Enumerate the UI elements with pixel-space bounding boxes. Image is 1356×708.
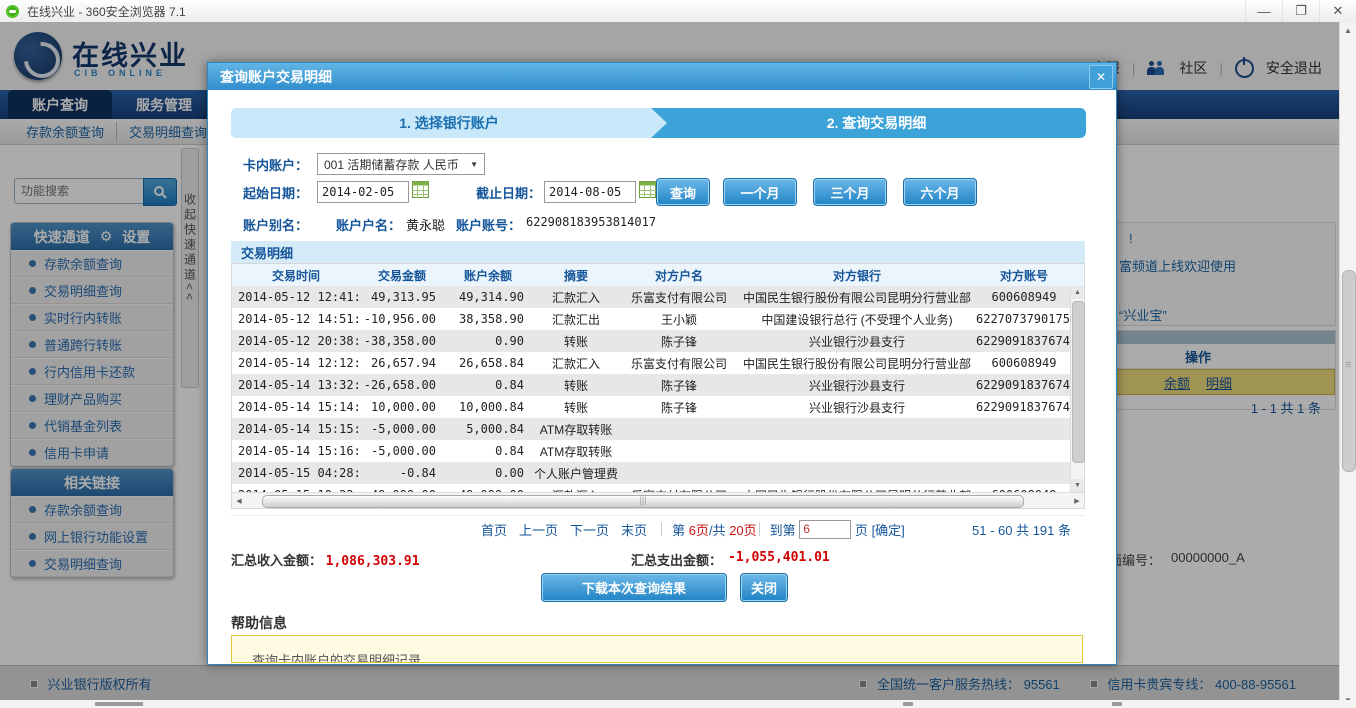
col-header-party: 对方户名 xyxy=(620,267,738,284)
goto-label: 到第 xyxy=(770,520,796,539)
col-header-balance: 账户余额 xyxy=(444,267,532,284)
goto-page-input[interactable] xyxy=(799,520,851,539)
account-select[interactable]: 001 活期储蓄存款 人民币 ▼ xyxy=(317,153,485,175)
maximize-button[interactable]: ❐ xyxy=(1282,1,1319,22)
holder-name-value: 黄永聪 xyxy=(406,215,445,234)
col-header-account: 对方账号 xyxy=(976,267,1072,284)
taskbar-sliver xyxy=(0,700,1356,708)
transactions-table: 交易时间 交易金额 账户余额 摘要 对方户名 对方银行 对方账号 2014-05… xyxy=(231,263,1085,509)
chevron-down-icon: ▼ xyxy=(470,160,478,169)
start-date-input[interactable] xyxy=(317,181,409,203)
modal-close-button[interactable]: ✕ xyxy=(1089,65,1113,89)
table-body: 2014-05-12 12:41:34 49,313.95 49,314.90 … xyxy=(232,286,1084,492)
scroll-left-icon[interactable]: ◀ xyxy=(232,494,246,507)
calendar-icon[interactable] xyxy=(639,181,656,198)
col-header-summary: 摘要 xyxy=(532,267,620,284)
account-label: 卡内账户： xyxy=(243,158,308,173)
record-range: 51 - 60 共 191 条 xyxy=(972,520,1085,539)
col-header-time: 交易时间 xyxy=(232,267,360,284)
start-date-label: 起始日期： xyxy=(243,186,308,201)
table-header-row: 交易时间 交易金额 账户余额 摘要 对方户名 对方银行 对方账号 xyxy=(232,264,1084,286)
table-vertical-scrollbar[interactable]: ▲ ▼ xyxy=(1070,286,1084,492)
three-month-button[interactable]: 三个月 xyxy=(813,178,887,206)
modal-header: 查询账户交易明细 ✕ xyxy=(208,63,1116,90)
total-outgo-value: -1,055,401.01 xyxy=(728,550,830,565)
screen: 在线兴业 - 360安全浏览器 7.1 — ❐ ✕ 在线兴业 CIB ONLIN… xyxy=(0,0,1356,708)
scroll-up-icon[interactable]: ▲ xyxy=(1340,22,1356,38)
table-row[interactable]: 2014-05-15 10:22:45 49,999.00 49,999.00 … xyxy=(232,484,1084,492)
table-row[interactable]: 2014-05-14 15:16:14 -5,000.00 0.84 ATM存取… xyxy=(232,440,1084,462)
table-row[interactable]: 2014-05-12 12:41:34 49,313.95 49,314.90 … xyxy=(232,286,1084,308)
table-row[interactable]: 2014-05-15 04:28:37 -0.84 0.00 个人账户管理费 xyxy=(232,462,1084,484)
total-income-label: 汇总收入金额： xyxy=(231,553,322,568)
step-1: 1. 选择银行账户 xyxy=(231,108,667,138)
browser-titlebar: 在线兴业 - 360安全浏览器 7.1 — ❐ ✕ xyxy=(0,0,1356,23)
alias-label: 账户别名： xyxy=(243,218,308,233)
table-row[interactable]: 2014-05-14 15:14:56 10,000.00 10,000.84 … xyxy=(232,396,1084,418)
total-outgo-label: 汇总支出金额： xyxy=(631,550,722,569)
pagination-bar: 首页 上一页 下一页 末页 第 6页 /共 20页 到第 页 [确定] 51 -… xyxy=(231,515,1085,542)
table-row[interactable]: 2014-05-14 12:12:05 26,657.94 26,658.84 … xyxy=(232,352,1084,374)
table-row[interactable]: 2014-05-12 20:38:57 -38,358.00 0.90 转账 陈… xyxy=(232,330,1084,352)
six-month-button[interactable]: 六个月 xyxy=(903,178,977,206)
help-box: 查询卡内账户的交易明细记录 xyxy=(231,635,1083,663)
total-pages: 20页 xyxy=(729,520,756,539)
col-header-amount: 交易金额 xyxy=(360,267,444,284)
browser-icon xyxy=(6,5,19,18)
download-results-button[interactable]: 下载本次查询结果 xyxy=(541,573,727,602)
account-number-value: 622908183953814017 xyxy=(526,215,656,229)
calendar-icon[interactable] xyxy=(412,181,429,198)
account-number-label: 账户账号： xyxy=(456,215,521,234)
transaction-detail-modal: 查询账户交易明细 ✕ 2. 查询交易明细 1. 选择银行账户 卡内账户： 001… xyxy=(207,62,1117,665)
total-income-value: 1,086,303.91 xyxy=(326,554,420,569)
account-select-value: 001 活期储蓄存款 人民币 xyxy=(324,156,459,173)
prev-page-link[interactable]: 上一页 xyxy=(519,520,558,539)
browser-scrollbar[interactable]: ▲ ▼ xyxy=(1339,22,1356,708)
next-page-link[interactable]: 下一页 xyxy=(570,520,609,539)
table-row[interactable]: 2014-05-12 14:51:56 -10,956.00 38,358.90… xyxy=(232,308,1084,330)
divider xyxy=(661,522,662,536)
minimize-button[interactable]: — xyxy=(1245,1,1282,22)
one-month-button[interactable]: 一个月 xyxy=(723,178,797,206)
table-horizontal-scrollbar[interactable]: ◀ ▶ xyxy=(232,492,1084,508)
scroll-right-icon[interactable]: ▶ xyxy=(1070,494,1084,507)
table-scrollbar-thumb[interactable] xyxy=(1072,301,1085,463)
wizard-steps: 2. 查询交易明细 1. 选择银行账户 xyxy=(231,108,1086,138)
page-indicator-mid: /共 xyxy=(709,520,726,539)
help-text: 查询卡内账户的交易明细记录 xyxy=(232,636,1082,663)
table-section-title: 交易明细 xyxy=(231,241,1085,263)
end-date-label: 截止日期： xyxy=(476,183,541,202)
first-page-link[interactable]: 首页 xyxy=(481,520,507,539)
scroll-down-icon[interactable]: ▼ xyxy=(1071,479,1084,492)
query-button[interactable]: 查询 xyxy=(656,178,710,206)
step-2: 2. 查询交易明细 xyxy=(667,108,1086,138)
table-row[interactable]: 2014-05-14 15:15:28 -5,000.00 5,000.84 A… xyxy=(232,418,1084,440)
table-hscrollbar-thumb[interactable] xyxy=(262,495,1024,508)
goto-confirm-link[interactable]: [确定] xyxy=(872,520,905,539)
holder-name-label: 账户户名： xyxy=(336,215,401,234)
scroll-up-icon[interactable]: ▲ xyxy=(1071,286,1084,299)
modal-title: 查询账户交易明细 xyxy=(220,67,332,87)
table-row[interactable]: 2014-05-14 13:32:34 -26,658.00 0.84 转账 陈… xyxy=(232,374,1084,396)
window-title: 在线兴业 - 360安全浏览器 7.1 xyxy=(27,3,186,20)
scrollbar-thumb[interactable] xyxy=(1342,270,1356,472)
last-page-link[interactable]: 末页 xyxy=(621,520,647,539)
close-dialog-button[interactable]: 关闭 xyxy=(740,573,788,602)
current-page: 6页 xyxy=(689,520,709,539)
col-header-bank: 对方银行 xyxy=(738,267,976,284)
close-window-button[interactable]: ✕ xyxy=(1319,1,1356,22)
goto-unit: 页 xyxy=(855,520,868,539)
page-indicator-pre: 第 xyxy=(672,520,685,539)
divider xyxy=(759,522,760,536)
end-date-input[interactable] xyxy=(544,181,636,203)
